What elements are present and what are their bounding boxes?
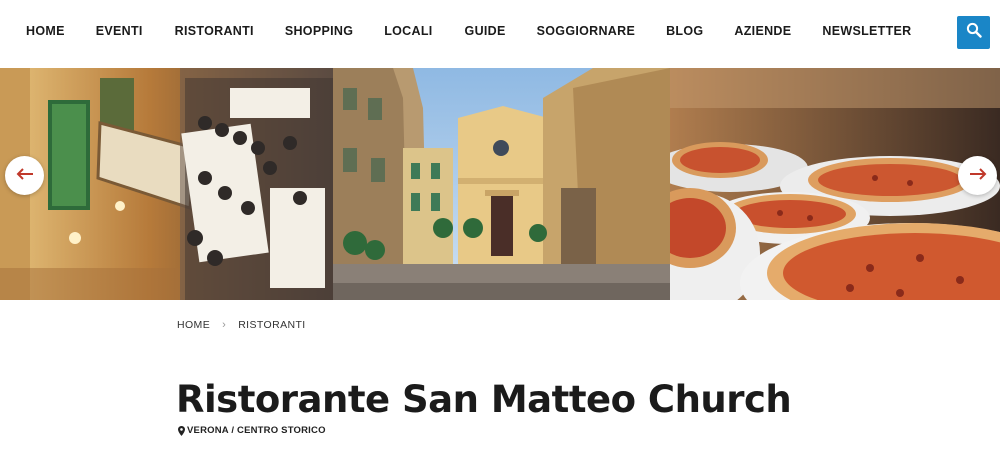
- arrow-left-icon: [16, 167, 34, 185]
- location-line: VERONA / CENTRO STORICO: [178, 425, 326, 436]
- location-text[interactable]: VERONA / CENTRO STORICO: [187, 425, 326, 436]
- breadcrumb-separator: ›: [222, 319, 227, 331]
- slider-prev-button[interactable]: [5, 156, 44, 195]
- map-pin-icon: [178, 425, 185, 436]
- top-navigation: HOME EVENTI RISTORANTI SHOPPING LOCALI G…: [0, 0, 1000, 68]
- search-icon: [966, 22, 982, 43]
- nav-item-newsletter[interactable]: NEWSLETTER: [822, 24, 911, 38]
- slide-restaurant-interior: [0, 68, 333, 300]
- search-button[interactable]: [957, 16, 990, 49]
- nav-item-blog[interactable]: BLOG: [666, 24, 703, 38]
- slider-next-button[interactable]: [958, 156, 997, 195]
- image-slider: [0, 68, 1000, 300]
- nav-item-soggiornare[interactable]: SOGGIORNARE: [537, 24, 635, 38]
- arrow-right-icon: [969, 167, 987, 185]
- nav-item-shopping[interactable]: SHOPPING: [285, 24, 353, 38]
- page-title: Ristorante San Matteo Church: [176, 378, 792, 421]
- slide-pizzas: [670, 68, 1000, 300]
- nav-item-aziende[interactable]: AZIENDE: [734, 24, 791, 38]
- breadcrumb: HOME › RISTORANTI: [177, 319, 306, 331]
- nav-item-guide[interactable]: GUIDE: [465, 24, 506, 38]
- nav-item-ristoranti[interactable]: RISTORANTI: [175, 24, 254, 38]
- nav-item-eventi[interactable]: EVENTI: [96, 24, 143, 38]
- nav-item-home[interactable]: HOME: [26, 24, 65, 38]
- breadcrumb-home[interactable]: HOME: [177, 319, 210, 331]
- breadcrumb-ristoranti[interactable]: RISTORANTI: [238, 319, 305, 331]
- nav-menu: HOME EVENTI RISTORANTI SHOPPING LOCALI G…: [26, 24, 911, 38]
- nav-item-locali[interactable]: LOCALI: [384, 24, 432, 38]
- slide-church-facade: [333, 68, 670, 300]
